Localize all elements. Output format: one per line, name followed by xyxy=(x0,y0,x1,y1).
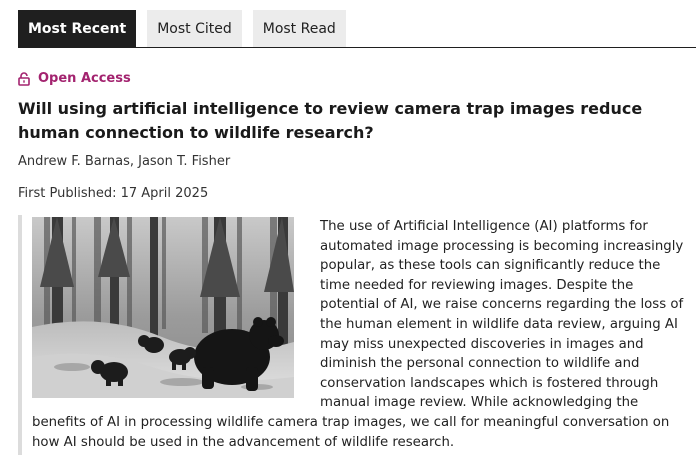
tab-most-recent[interactable]: Most Recent xyxy=(18,10,137,48)
article-title[interactable]: Will using artificial intelligence to re… xyxy=(18,97,678,145)
tab-most-read[interactable]: Most Read xyxy=(252,10,346,48)
abstract-accent-bar xyxy=(18,215,22,455)
tab-most-cited[interactable]: Most Cited xyxy=(147,10,242,48)
article-listing: Most Recent Most Cited Most Read Open Ac… xyxy=(0,0,696,459)
open-access-badge: Open Access xyxy=(18,71,131,86)
tab-bar: Most Recent Most Cited Most Read xyxy=(18,10,357,48)
tab-divider xyxy=(18,47,696,48)
article-abstract: The use of Artificial Intelligence (AI) … xyxy=(32,217,692,452)
article-authors[interactable]: Andrew F. Barnas, Jason T. Fisher xyxy=(18,154,230,169)
lock-open-icon xyxy=(18,71,30,86)
open-access-label: Open Access xyxy=(38,71,131,86)
thumbnail-spacer xyxy=(32,217,320,399)
published-label: First Published: xyxy=(18,186,117,201)
published-date: 17 April 2025 xyxy=(120,186,209,201)
publication-date: First Published: 17 April 2025 xyxy=(18,186,208,201)
